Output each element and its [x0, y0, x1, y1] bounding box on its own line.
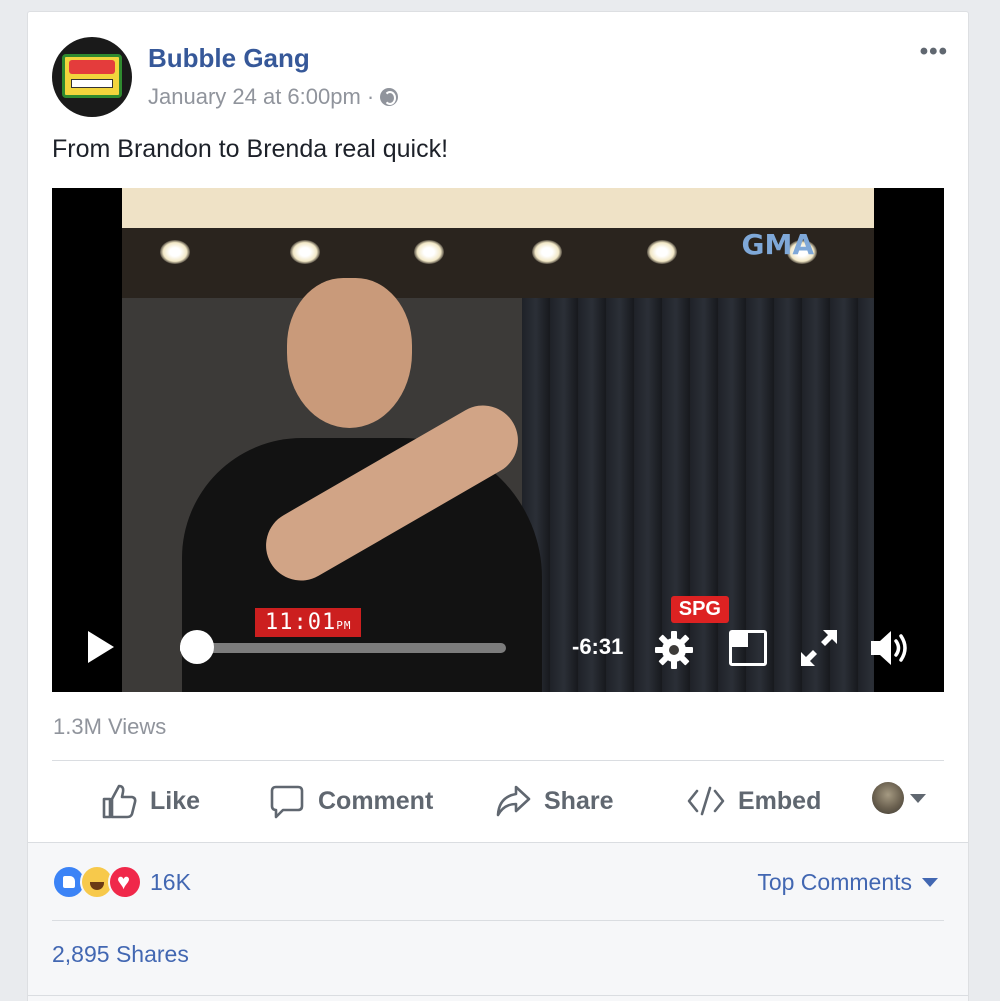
share-arrow-icon [496, 785, 531, 817]
more-options-button[interactable]: ••• [920, 38, 948, 66]
time-remaining: -6:31 [572, 634, 624, 659]
divider [52, 760, 944, 761]
divider [52, 920, 944, 921]
embed-label: Embed [738, 786, 822, 815]
like-button[interactable]: Like [100, 782, 200, 820]
post-text: From Brandon to Brenda real quick! [52, 135, 449, 163]
chevron-down-icon [910, 793, 926, 803]
meta-separator: · [366, 84, 375, 109]
channel-watermark: GMA [741, 228, 814, 261]
video-frame: GMA 11:01PM SPG [122, 188, 874, 692]
person-head [287, 278, 412, 428]
comment-label: Comment [318, 786, 434, 815]
embed-button[interactable]: Embed [686, 782, 821, 820]
settings-gear-icon[interactable] [652, 628, 696, 672]
post-card: Bubble Gang January 24 at 6:00pm · ••• F… [27, 11, 969, 1001]
thumbs-up-icon [102, 784, 137, 819]
video-controls: -6:31 [52, 618, 944, 678]
video-player[interactable]: GMA 11:01PM SPG -6:31 [52, 188, 944, 692]
light-bulb [647, 240, 677, 264]
light-bulb [290, 240, 320, 264]
light-bulb [532, 240, 562, 264]
reaction-count: 16K [150, 868, 191, 895]
progress-knob[interactable] [179, 630, 214, 664]
code-brackets-icon [687, 786, 725, 816]
logo-sign [62, 54, 122, 98]
globe-icon [380, 88, 399, 106]
progress-bar[interactable] [180, 643, 506, 653]
share-count[interactable]: 2,895 Shares [52, 941, 189, 968]
page-name-link[interactable]: Bubble Gang [148, 43, 310, 74]
divider [28, 995, 968, 996]
user-avatar [872, 782, 904, 814]
comment-sort-dropdown[interactable]: Top Comments [757, 869, 938, 896]
share-button[interactable]: Share [494, 782, 613, 820]
love-reaction-icon [108, 865, 142, 899]
post-timestamp[interactable]: January 24 at 6:00pm [148, 84, 361, 110]
view-count: 1.3M Views [53, 714, 167, 739]
light-bulb [414, 240, 444, 264]
volume-icon[interactable] [867, 626, 915, 670]
action-bar: Like Comment Share Embed [52, 776, 944, 824]
light-bulb [160, 240, 190, 264]
sort-label: Top Comments [757, 869, 912, 895]
post-meta: January 24 at 6:00pm · [148, 84, 399, 110]
post-as-selector[interactable] [872, 782, 926, 814]
picture-in-picture-icon[interactable] [729, 630, 767, 666]
share-label: Share [544, 786, 614, 815]
comment-button[interactable]: Comment [268, 782, 433, 820]
speech-bubble-icon [270, 785, 304, 819]
reaction-summary[interactable]: 16K [52, 865, 191, 899]
like-label: Like [150, 786, 201, 815]
post-footer: 16K Top Comments 2,895 Shares [28, 842, 968, 1001]
page-avatar[interactable] [52, 37, 132, 117]
play-icon[interactable] [88, 631, 114, 663]
chevron-down-icon [922, 878, 938, 887]
fullscreen-icon[interactable] [797, 626, 841, 670]
